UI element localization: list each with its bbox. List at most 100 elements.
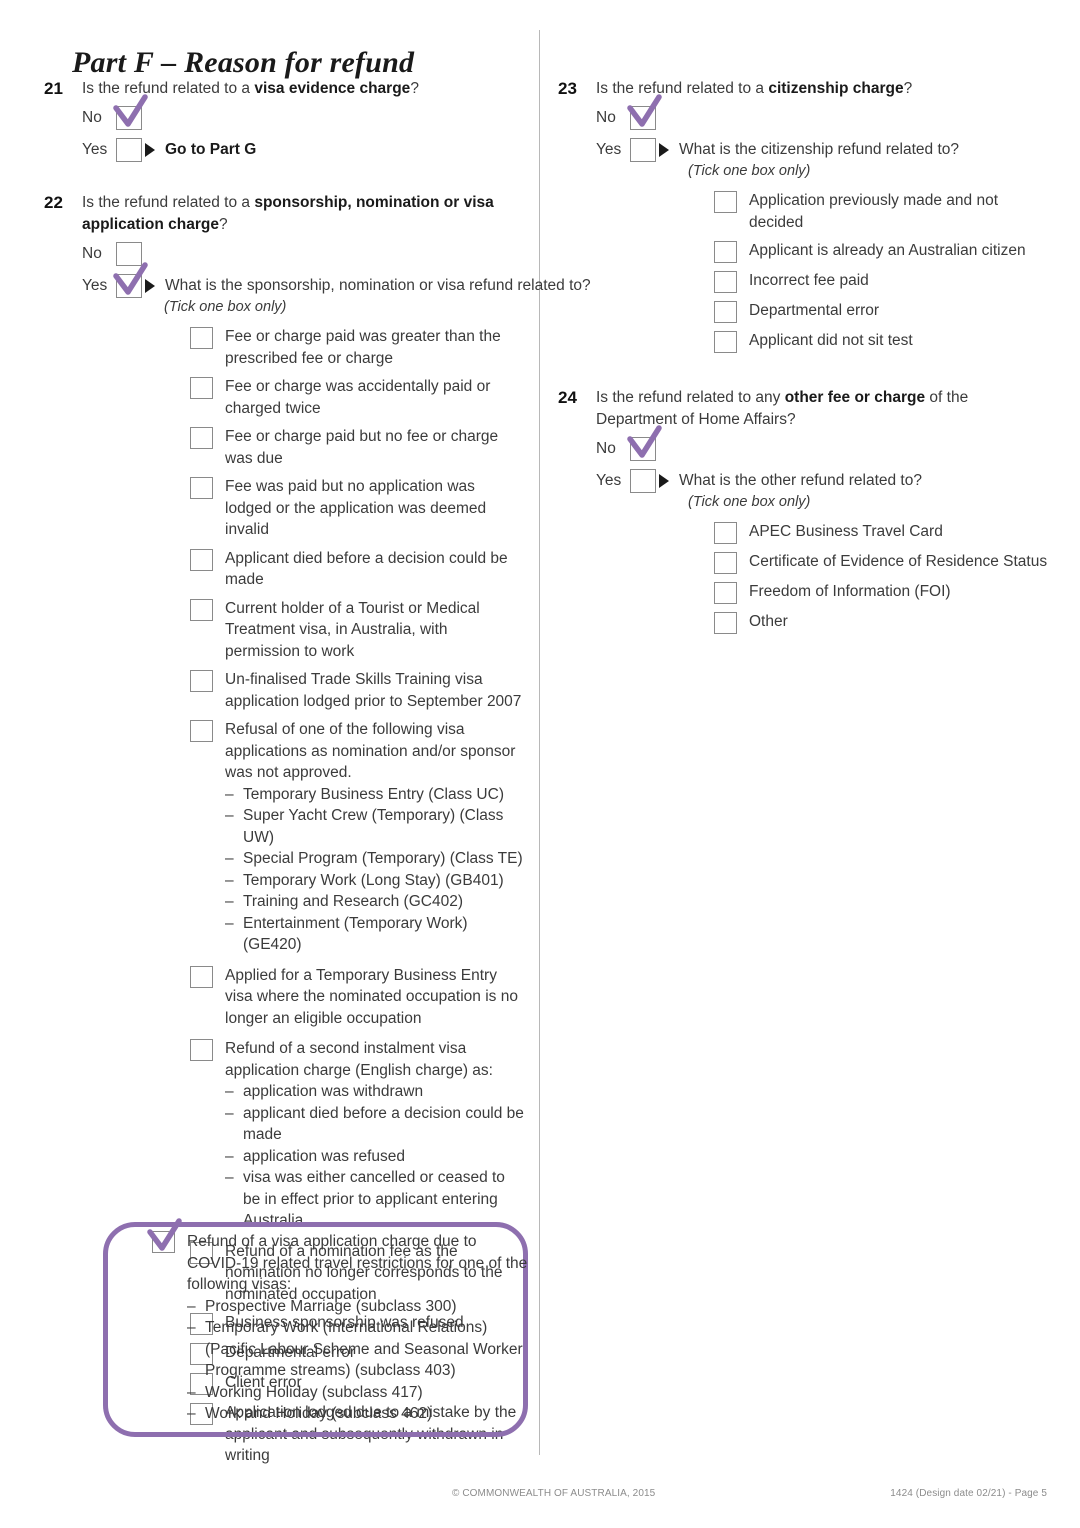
option-checkbox[interactable]: [714, 612, 737, 634]
option-label: Certificate of Evidence of Residence Sta…: [749, 553, 1048, 570]
question-23-no-checkbox[interactable]: [627, 93, 662, 130]
list-item[interactable]: Application previously made and not deci…: [714, 190, 1048, 233]
yes-label: Yes: [596, 140, 622, 158]
covid-option-checkbox[interactable]: [147, 1218, 182, 1253]
question-24-yes-row[interactable]: Yes What is the other refund related to?: [596, 466, 1048, 495]
option-checkbox[interactable]: [190, 1039, 213, 1061]
question-24-yes-checkbox[interactable]: [630, 468, 656, 493]
sub-list-item: – Super Yacht Crew (Temporary) (Class UW): [225, 807, 504, 846]
question-22-no-row[interactable]: No: [82, 239, 524, 268]
question-23-no-row[interactable]: No: [596, 93, 1048, 132]
sub-list-item: – application was withdrawn: [225, 1083, 424, 1100]
option-checkbox[interactable]: [190, 670, 213, 692]
covid-option-sub-list: – Prospective Marriage (subclass 300) – Te…: [187, 1296, 532, 1425]
no-label: No: [596, 439, 616, 457]
list-item[interactable]: Un-finalised Trade Skills Training visa …: [190, 669, 524, 712]
sub-list-item: – Prospective Marriage (subclass 300): [187, 1297, 457, 1315]
question-21-no-row[interactable]: No: [82, 93, 524, 132]
option-label: Departmental error: [749, 302, 880, 319]
list-item[interactable]: Refusal of one of the following visa app…: [190, 719, 524, 956]
question-22-yes-row[interactable]: Yes What is the sponsorship, nomination …: [82, 261, 591, 300]
option-checkbox[interactable]: [714, 582, 737, 604]
option-checkbox[interactable]: [714, 522, 737, 544]
option-label: Freedom of Information (FOI): [749, 583, 951, 600]
question-24-no-checkbox[interactable]: [627, 424, 662, 461]
question-23-options: Application previously made and not deci…: [714, 190, 1048, 353]
arrow-right-icon: [659, 142, 669, 157]
list-item[interactable]: Fee or charge paid but no fee or charge …: [190, 426, 524, 469]
option-label: Incorrect fee paid: [749, 272, 869, 289]
option-label: Refund of a second instalment visa appli…: [225, 1040, 493, 1079]
sub-list-item: – Entertainment (Temporary Work) (GE420): [225, 914, 468, 954]
list-item[interactable]: Incorrect fee paid: [714, 270, 1048, 293]
list-item[interactable]: Freedom of Information (FOI): [714, 581, 1048, 604]
list-item[interactable]: Current holder of a Tourist or Medical T…: [190, 598, 524, 663]
question-21-yes-checkbox[interactable]: [116, 137, 142, 162]
yes-label: Yes: [82, 140, 108, 158]
no-label: No: [82, 108, 102, 126]
option-checkbox[interactable]: [190, 427, 213, 449]
question-24-text: Is the refund related to any other fee o…: [596, 387, 1048, 431]
question-23-yes-checkbox[interactable]: [630, 137, 656, 162]
option-checkbox[interactable]: [714, 191, 737, 213]
list-item[interactable]: Other: [714, 611, 1048, 634]
sub-list-item: – Temporary Work (International Relations…: [187, 1319, 523, 1379]
option-checkbox[interactable]: [190, 720, 213, 742]
list-item[interactable]: Certificate of Evidence of Residence Sta…: [714, 551, 1048, 574]
list-item[interactable]: Applicant did not sit test: [714, 330, 1048, 353]
no-label: No: [596, 108, 616, 126]
question-23-number: 23: [558, 79, 577, 98]
option-checkbox[interactable]: [190, 548, 213, 571]
arrow-right-icon: [659, 473, 669, 488]
question-21-number: 21: [44, 79, 63, 98]
page-title: Part F – Reason for refund: [72, 46, 415, 80]
option-checkbox[interactable]: [714, 241, 737, 263]
option-sub-list: – Temporary Business Entry (Class UC) – Su…: [225, 784, 524, 956]
list-item[interactable]: Applicant is already an Australian citiz…: [714, 240, 1048, 263]
option-label: Application previously made and not deci…: [749, 192, 999, 231]
question-21-yes-row[interactable]: Yes Go to Part G: [82, 135, 524, 164]
list-item[interactable]: Applicant died before a decision could b…: [190, 548, 524, 591]
option-label: Fee or charge was accidentally paid or c…: [225, 378, 491, 417]
question-24-tick-one-note: (Tick one box only): [688, 494, 811, 510]
option-checkbox[interactable]: [190, 477, 213, 499]
sub-list-item: – applicant died before a decision could …: [225, 1104, 524, 1144]
list-item[interactable]: Departmental error: [714, 300, 1048, 323]
list-item[interactable]: Fee or charge paid was greater than the …: [190, 326, 524, 369]
option-checkbox[interactable]: [190, 377, 213, 399]
q23-text-bold: citizenship charge: [768, 80, 904, 97]
footer-form-info: 1424 (Design date 02/21) - Page 5: [890, 1488, 1047, 1499]
question-23-text: Is the refund related to a citizenship c…: [596, 78, 1048, 100]
question-24-no-row[interactable]: No: [596, 424, 1048, 463]
option-sub-list: – application was withdrawn – applicant di…: [225, 1081, 524, 1232]
option-checkbox[interactable]: [714, 331, 737, 353]
column-divider: [539, 30, 540, 1455]
list-item[interactable]: Refund of a second instalment visa appli…: [190, 1038, 524, 1232]
option-checkbox[interactable]: [190, 327, 213, 349]
covid-option-item[interactable]: Refund of a visa application charge due …: [147, 1218, 532, 1425]
no-label: No: [82, 244, 102, 262]
question-21-no-checkbox[interactable]: [113, 93, 148, 130]
option-checkbox[interactable]: [714, 552, 737, 574]
sub-list-item: – visa was either cancelled or ceased to …: [225, 1169, 505, 1229]
question-22-no-checkbox[interactable]: [116, 241, 142, 266]
option-checkbox[interactable]: [190, 598, 213, 621]
question-21-text: Is the refund related to a visa evidence…: [82, 78, 524, 100]
list-item[interactable]: Fee or charge was accidentally paid or c…: [190, 376, 524, 419]
option-checkbox[interactable]: [714, 271, 737, 293]
list-item[interactable]: Applied for a Temporary Business Entry v…: [190, 965, 524, 1030]
option-checkbox[interactable]: [190, 965, 213, 988]
question-23-branch-question: What is the citizenship refund related t…: [679, 140, 960, 158]
question-22-yes-checkbox[interactable]: [113, 261, 148, 298]
list-item[interactable]: Fee was paid but no application was lodg…: [190, 476, 524, 541]
question-22-number: 22: [44, 193, 63, 212]
list-item[interactable]: APEC Business Travel Card: [714, 521, 1048, 544]
footer-copyright: © COMMONWEALTH OF AUSTRALIA, 2015: [452, 1488, 656, 1499]
question-23-yes-row[interactable]: Yes What is the citizenship refund relat…: [596, 135, 1048, 164]
option-label: Current holder of a Tourist or Medical T…: [225, 599, 480, 660]
option-checkbox[interactable]: [714, 301, 737, 323]
yes-label: Yes: [596, 471, 622, 489]
option-label: Applicant died before a decision could b…: [225, 549, 508, 589]
q24-text-before: Is the refund related to any: [596, 389, 785, 406]
question-24: 24 Is the refund related to any other fe…: [558, 387, 1048, 634]
